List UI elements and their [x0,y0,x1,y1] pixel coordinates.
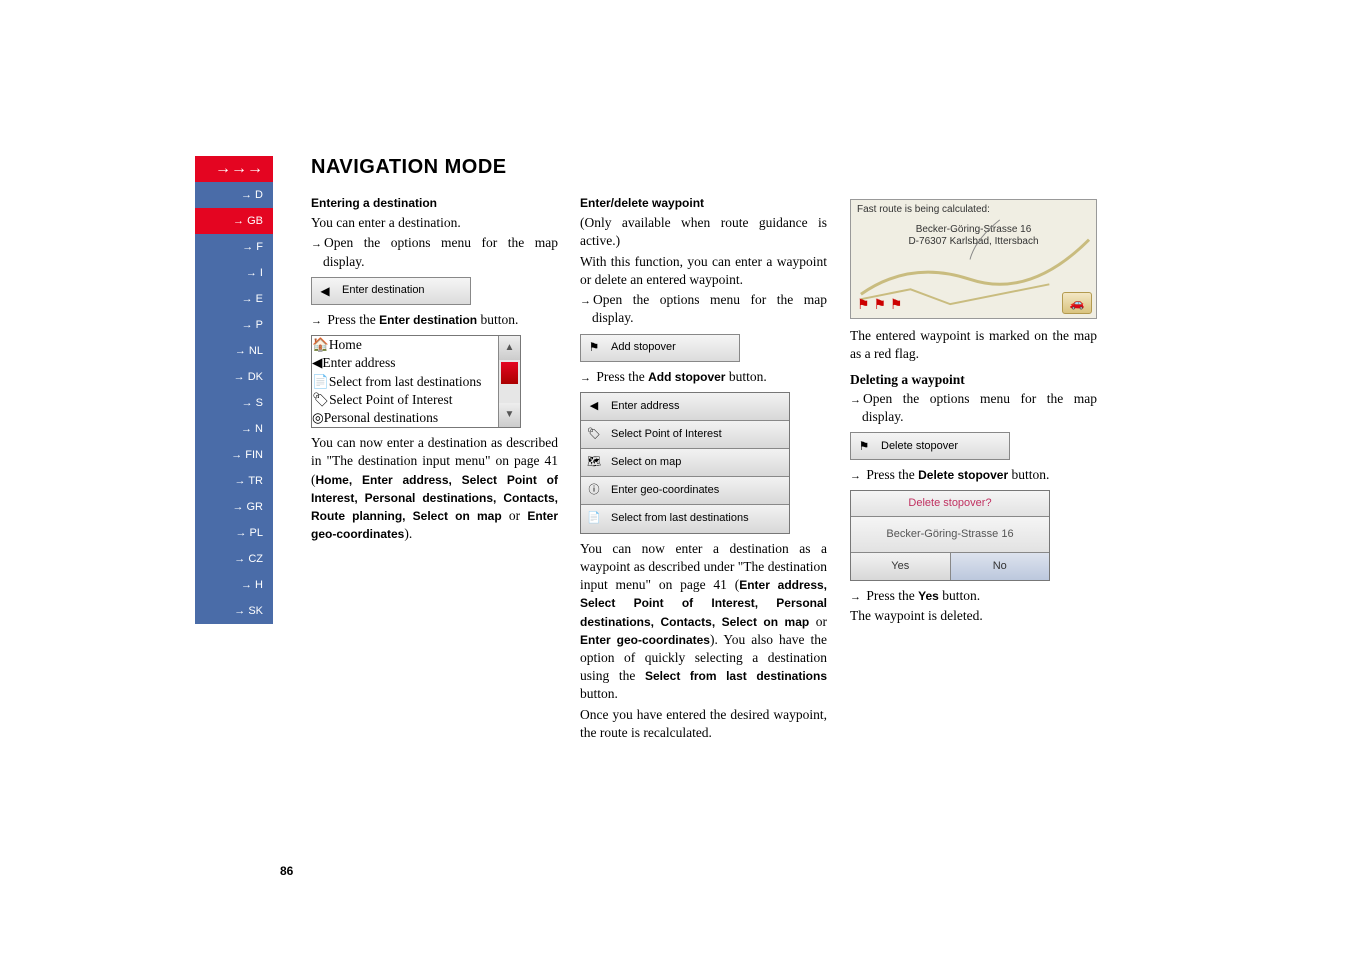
lang-nav-item[interactable]: → S [195,390,273,416]
lang-nav-item[interactable]: → CZ [195,546,273,572]
menu-item-icon: 🏷 [585,425,603,443]
col1-paragraph: You can now enter a destination as descr… [311,434,558,543]
lang-nav-item[interactable]: → D [195,182,273,208]
col2-heading: Enter/delete waypoint [580,195,827,211]
page-title: NAVIGATION MODE [311,156,507,179]
col1-text-1: You can enter a destination. [311,214,558,232]
lang-nav-item[interactable]: → I [195,260,273,286]
lang-nav-item[interactable]: → NL [195,338,273,364]
menu-item[interactable]: ◎Personal destinations [312,409,498,427]
menu-item-icon: 📄 [585,510,603,528]
col2-text-3: Open the options menu for the map displa… [580,291,827,327]
col2-menu-list[interactable]: ◀ Enter address 🏷 Select Point of Interest 🗺… [580,392,790,534]
menu-item-label: Select from last destinations [611,511,749,526]
menu-item[interactable]: 🏷 Select Point of Interest [581,421,789,449]
menu-item-icon: ◀ [312,355,322,370]
col2-text-1: (Only available when route guidance is a… [580,214,827,250]
scroll-down-icon[interactable]: ▼ [499,403,520,427]
delete-flag-icon: ⚑ [855,437,873,455]
lang-nav-item[interactable]: → E [195,286,273,312]
col2-text-5: Once you have entered the desired waypoi… [580,706,827,742]
col1-text-2: Open the options menu for the map displa… [311,234,558,270]
route-calculation-map: Fast route is being calculated: Becker-G… [850,199,1097,319]
scroll-thumb[interactable] [501,362,518,384]
lang-nav-item[interactable]: → GB [195,208,273,234]
lang-nav-item[interactable]: → H [195,572,273,598]
menu-item-icon: 🗺 [585,453,603,471]
menu-item-label: Enter address [611,399,679,414]
menu-item-icon: ◎ [312,410,324,425]
dialog-yes-button[interactable]: Yes [851,553,951,580]
scrollbar[interactable]: ▲ ▼ [498,336,520,427]
lang-nav-item[interactable]: → SK [195,598,273,624]
menu-item-label: Select Point of Interest [329,392,452,407]
lang-nav-item[interactable]: → FIN [195,442,273,468]
menu-item-label: Select Point of Interest [611,427,722,442]
menu-item-label: Enter geo-coordinates [611,483,719,498]
col2-press-line: Press the Add stopover button. [580,368,827,386]
dialog-no-button[interactable]: No [951,553,1050,580]
add-stopover-label: Add stopover [611,340,676,355]
menu-item[interactable]: 📄Select from last destinations [312,373,498,391]
lang-nav-item[interactable]: → N [195,416,273,442]
delete-stopover-dialog: Delete stopover? Becker-Göring-Strasse 1… [850,490,1050,581]
enter-destination-button[interactable]: ◀ Enter destination [311,277,471,305]
menu-item[interactable]: ◀ Enter address [581,393,789,421]
map-flags-icon: ⚑ ⚑ ⚑ [857,295,902,314]
menu-item[interactable]: 🗺 Select on map [581,449,789,477]
arrows-header: →→→ [195,156,273,182]
menu-item-icon: 📄 [312,374,329,389]
menu-item-icon: ◀ [585,397,603,415]
lang-nav-item[interactable]: → DK [195,364,273,390]
menu-item[interactable]: ⓘ Enter geo-coordinates [581,477,789,505]
menu-item[interactable]: 🏷Select Point of Interest [312,391,498,409]
enter-destination-label: Enter destination [342,283,425,298]
delete-stopover-label: Delete stopover [881,439,958,454]
col3-text-2: Open the options menu for the map displa… [850,390,1097,426]
menu-item-icon: 🏷 [312,392,329,407]
menu-item-icon: ⓘ [585,481,603,499]
col1-press-line: Press the Enter destination button. [311,311,558,329]
lang-nav-item[interactable]: → PL [195,520,273,546]
menu-item-label: Personal destinations [324,410,438,425]
dialog-address: Becker-Göring-Strasse 16 [851,517,1049,553]
map-address: Becker-Göring-Strasse 16D-76307 Karlsbad… [851,224,1096,248]
col3-press-line-2: Press the Yes button. [850,587,1097,605]
menu-item-icon: 🏠 [312,337,329,352]
col1-heading: Entering a destination [311,195,558,211]
lang-nav-item[interactable]: → F [195,234,273,260]
menu-item[interactable]: 🏠Home [312,336,498,354]
col2-paragraph: You can now enter a destination as a way… [580,540,827,704]
add-stopover-button[interactable]: ⚑ Add stopover [580,334,740,362]
menu-item[interactable]: 📄 Select from last destinations [581,505,789,533]
menu-item-label: Enter address [322,355,395,370]
flag-icon: ⚑ [585,339,603,357]
col3-text-1: The entered waypoint is marked on the ma… [850,327,1097,363]
lang-nav-item[interactable]: → P [195,312,273,338]
scroll-up-icon[interactable]: ▲ [499,336,520,360]
nav-arrow-icon: ◀ [316,282,334,300]
menu-item-label: Select on map [611,455,681,470]
map-header: Fast route is being calculated: [851,200,1096,220]
map-vehicle-button[interactable]: 🚗 [1062,292,1092,314]
page-number: 86 [280,864,293,878]
col3-text-5: The waypoint is deleted. [850,607,1097,625]
col2-text-2: With this function, you can enter a wayp… [580,253,827,289]
menu-item[interactable]: ◀Enter address [312,354,498,372]
lang-nav-item[interactable]: → TR [195,468,273,494]
deleting-waypoint-heading: Deleting a waypoint [850,371,1097,389]
menu-item-label: Select from last destinations [329,374,482,389]
lang-nav-item[interactable]: → GR [195,494,273,520]
col1-menu-list[interactable]: 🏠Home◀Enter address📄Select from last des… [311,335,521,428]
menu-item-label: Home [329,337,362,352]
dialog-header: Delete stopover? [851,491,1049,517]
delete-stopover-button[interactable]: ⚑ Delete stopover [850,432,1010,460]
col3-press-line-1: Press the Delete stopover button. [850,466,1097,484]
